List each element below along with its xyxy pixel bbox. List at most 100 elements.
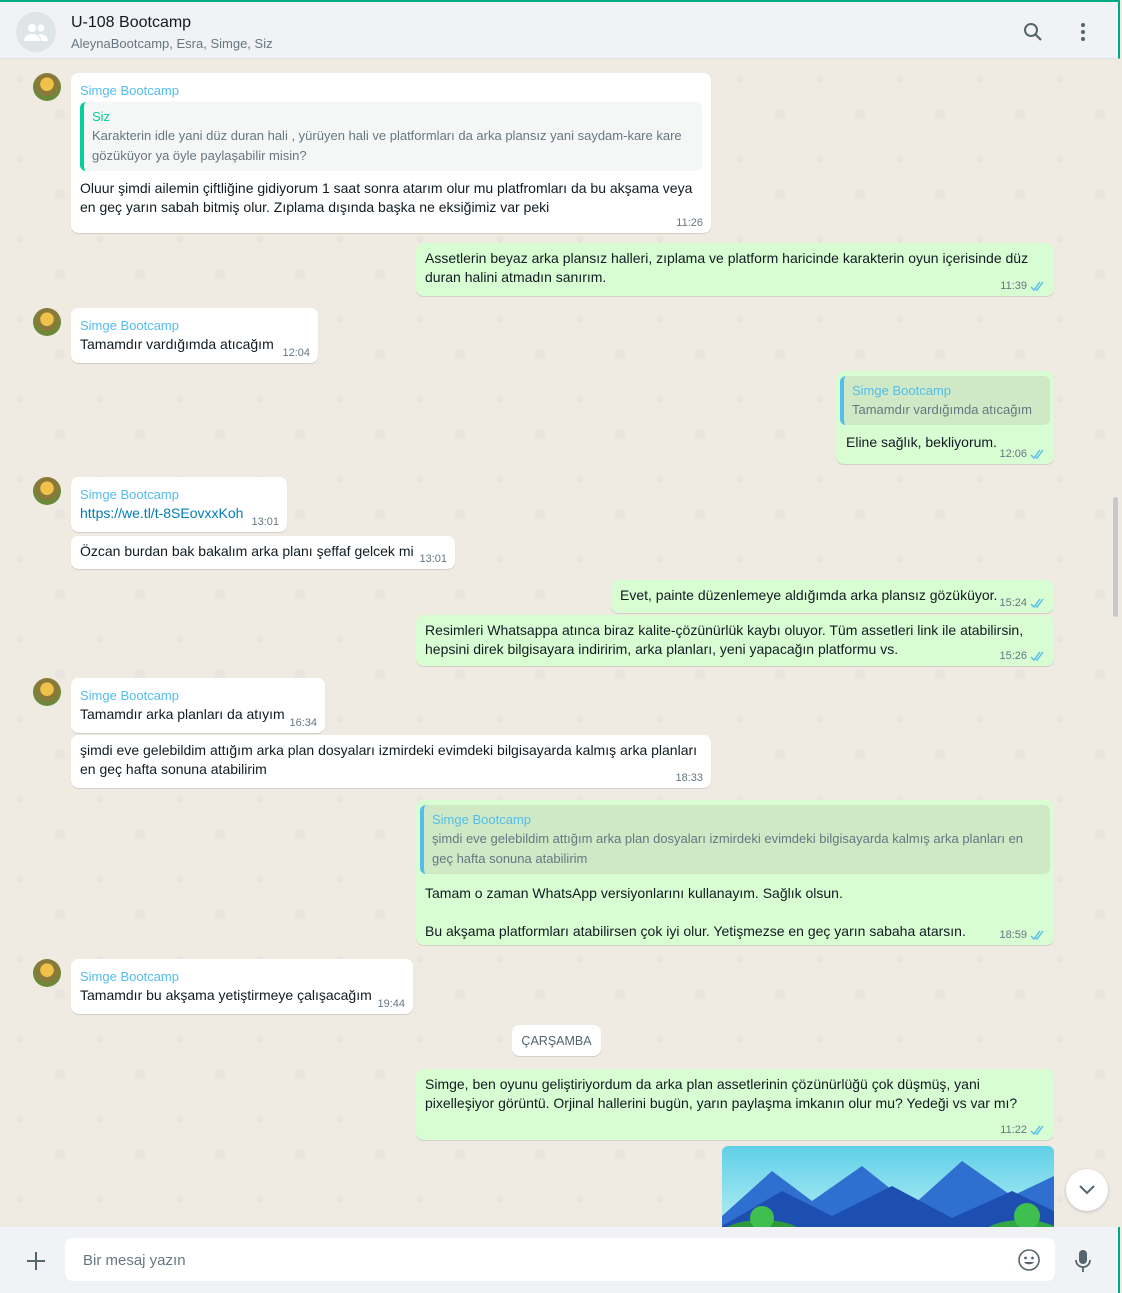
message-input-box[interactable] [65, 1238, 1055, 1283]
message-incoming[interactable]: Simge Bootcamp Tamamdır vardığımda atıca… [71, 308, 318, 363]
voice-message-button[interactable] [1070, 1247, 1096, 1275]
time-label: 18:59 [999, 929, 1027, 941]
message-text: Simge, ben oyunu geliştiriyordum da arka… [425, 1076, 1018, 1111]
message-list[interactable]: Simge Bootcamp Siz Karakterin idle yani … [0, 59, 1120, 1227]
sender-name[interactable]: Simge Bootcamp [80, 316, 309, 335]
avatar[interactable] [33, 73, 61, 101]
message-outgoing[interactable]: Assetlerin beyaz arka plansız halleri, z… [416, 243, 1054, 296]
time-label: 18:33 [675, 772, 703, 784]
time-label: 13:01 [419, 553, 447, 565]
message-input[interactable] [81, 1238, 1005, 1283]
quoted-sender: Simge Bootcamp [852, 383, 951, 398]
search-icon [1024, 23, 1042, 41]
quoted-sender: Simge Bootcamp [432, 812, 531, 827]
message-outgoing[interactable]: Simge Bootcamp Tamamdır vardığımda atıca… [836, 371, 1054, 464]
message-time: 13:01 [419, 553, 447, 565]
read-receipt-icon [1030, 598, 1044, 608]
sender-name[interactable]: Simge Bootcamp [80, 81, 702, 100]
image-message[interactable] [722, 1146, 1054, 1227]
scroll-to-bottom-button[interactable] [1066, 1169, 1108, 1211]
read-receipt-icon [1030, 930, 1044, 940]
quoted-text: Karakterin idle yani düz duran hali , yü… [92, 128, 682, 163]
menu-button[interactable] [1069, 18, 1097, 46]
quoted-text: şimdi eve gelebildim attığım arka plan d… [432, 831, 1024, 866]
message-time: 12:04 [282, 347, 310, 359]
avatar[interactable] [33, 959, 61, 987]
time-label: 15:24 [999, 597, 1027, 609]
message-incoming[interactable]: Simge Bootcamp Siz Karakterin idle yani … [71, 73, 711, 233]
search-button[interactable] [1019, 18, 1047, 46]
quoted-sender: Siz [92, 109, 111, 124]
quoted-text: Tamamdır vardığımda atıcağım [852, 402, 1032, 417]
time-label: 11:26 [676, 217, 703, 229]
message-time: 12:06 [999, 448, 1046, 460]
chevron-down-icon [1079, 1185, 1095, 1195]
sender-name[interactable]: Simge Bootcamp [80, 485, 278, 504]
message-text: Tamamdır arka planları da atıyım [80, 706, 285, 722]
message-text: Bu akşama platformları atabilirsen çok i… [425, 923, 966, 939]
avatar[interactable] [33, 678, 61, 706]
message-incoming[interactable]: şimdi eve gelebildim attığım arka plan d… [71, 735, 711, 788]
quoted-message[interactable]: Simge Bootcamp Tamamdır vardığımda atıca… [840, 376, 1050, 425]
message-outgoing[interactable]: Resimleri Whatsappa atınca biraz kalite-… [416, 615, 1054, 666]
message-text: Oluur şimdi ailemin çiftliğine gidiyorum… [80, 180, 693, 215]
sender-name[interactable]: Simge Bootcamp [80, 686, 316, 705]
message-time: 11:39 [1000, 280, 1046, 292]
message-outgoing[interactable]: Simge, ben oyunu geliştiriyordum da arka… [416, 1069, 1054, 1140]
sender-name[interactable]: Simge Bootcamp [80, 967, 404, 986]
message-text: Özcan burdan bak bakalım arka planı şeff… [80, 543, 414, 559]
microphone-icon [1075, 1250, 1091, 1272]
emoji-button[interactable] [1017, 1248, 1041, 1272]
time-label: 15:26 [999, 650, 1027, 662]
plus-icon [27, 1252, 45, 1270]
group-avatar[interactable] [16, 12, 56, 52]
message-time: 16:34 [289, 717, 317, 729]
message-text: şimdi eve gelebildim attığım arka plan d… [80, 742, 698, 777]
message-incoming[interactable]: Simge Bootcamp Tamamdır bu akşama yetişt… [71, 959, 413, 1014]
message-time: 13:01 [251, 516, 279, 528]
attach-button[interactable] [22, 1247, 50, 1275]
read-receipt-icon [1030, 1125, 1044, 1135]
avatar[interactable] [33, 477, 61, 505]
quoted-message[interactable]: Simge Bootcamp şimdi eve gelebildim attı… [420, 805, 1050, 874]
group-icon [24, 24, 48, 41]
time-label: 19:44 [377, 998, 405, 1010]
message-time: 15:24 [999, 597, 1046, 609]
time-label: 13:01 [251, 516, 279, 528]
message-time: 15:26 [999, 650, 1046, 662]
message-incoming[interactable]: Simge Bootcamp Tamamdır arka planları da… [71, 678, 325, 733]
quoted-message[interactable]: Siz Karakterin idle yani düz duran hali … [80, 102, 702, 171]
time-label: 11:39 [1000, 280, 1027, 292]
chat-header[interactable]: U-108 Bootcamp AleynaBootcamp, Esra, Sim… [0, 0, 1120, 59]
group-name[interactable]: U-108 Bootcamp [71, 14, 191, 32]
composer-bar [0, 1227, 1120, 1293]
message-link[interactable]: https://we.tl/t-8SEovxxKoh [80, 504, 278, 523]
emoji-icon [1018, 1249, 1040, 1271]
message-text: Evet, painte düzenlemeye aldığımda arka … [620, 587, 998, 603]
message-time: 18:59 [999, 929, 1046, 941]
message-time: 19:44 [377, 998, 405, 1010]
date-divider: ÇARŞAMBA [512, 1025, 601, 1056]
time-label: 11:22 [1000, 1124, 1027, 1136]
message-text: Tamamdır vardığımda atıcağım [80, 336, 274, 352]
message-time: 11:22 [1000, 1124, 1046, 1136]
message-text: Tamamdır bu akşama yetiştirmeye çalışaca… [80, 987, 372, 1003]
message-outgoing[interactable]: Simge Bootcamp şimdi eve gelebildim attı… [416, 800, 1054, 945]
message-time: 18:33 [675, 772, 703, 784]
scrollbar[interactable] [1113, 497, 1118, 617]
more-vertical-icon [1081, 23, 1085, 41]
time-label: 12:06 [999, 448, 1027, 460]
time-label: 12:04 [282, 347, 310, 359]
time-label: 16:34 [289, 717, 317, 729]
read-receipt-icon [1030, 449, 1044, 459]
message-outgoing[interactable]: Evet, painte düzenlemeye aldığımda arka … [611, 580, 1054, 613]
message-text: Resimleri Whatsappa atınca biraz kalite-… [425, 622, 1024, 657]
avatar[interactable] [33, 308, 61, 336]
message-time: 11:26 [676, 217, 703, 229]
message-incoming[interactable]: Özcan burdan bak bakalım arka planı şeff… [71, 536, 455, 569]
message-text: Assetlerin beyaz arka plansız halleri, z… [425, 250, 1029, 285]
group-participants: AleynaBootcamp, Esra, Simge, Siz [71, 36, 273, 51]
read-receipt-icon [1030, 281, 1044, 291]
message-incoming[interactable]: Simge Bootcamp https://we.tl/t-8SEovxxKo… [71, 477, 287, 532]
read-receipt-icon [1030, 651, 1044, 661]
